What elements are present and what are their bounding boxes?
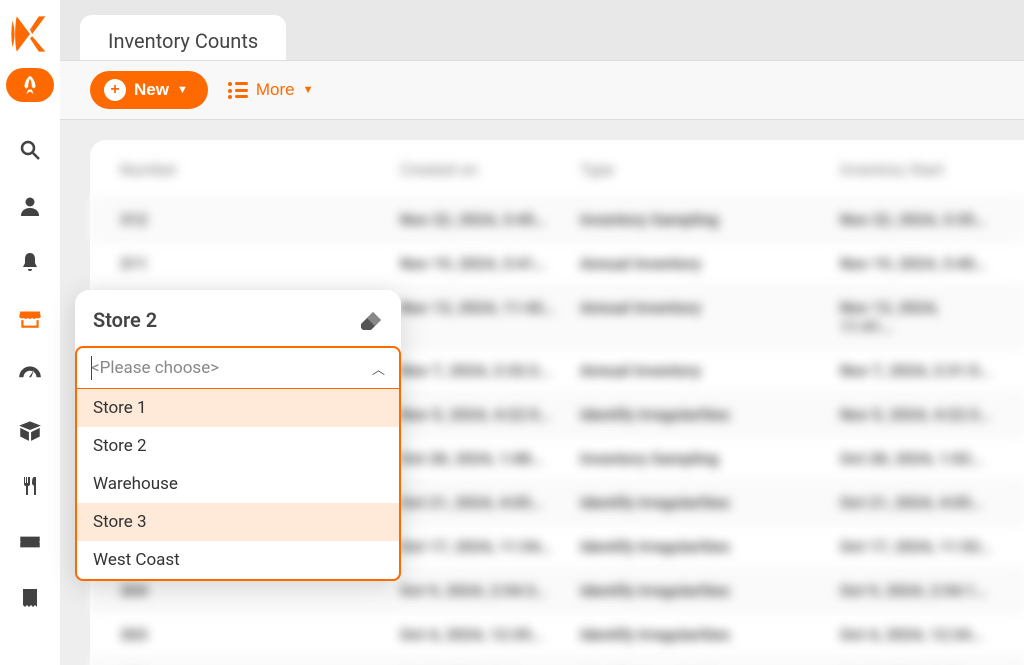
cutlery-icon[interactable]: [14, 470, 46, 502]
dropdown-option[interactable]: Warehouse: [77, 465, 399, 503]
table-cell: Nov 13, 2024, 11:41…: [840, 298, 994, 336]
table-cell: Nov 19, 2024, 3:40…: [840, 254, 994, 273]
table-cell: Nov 22, 2024, 3:35…: [840, 210, 994, 229]
chevron-down-icon: ▼: [303, 84, 314, 96]
table-cell: Identify Irregularities: [580, 537, 840, 556]
table-cell: Identify Irregularities: [580, 493, 840, 512]
table-cell: Oct 21, 2024, 4:05…: [400, 493, 580, 512]
plus-icon: +: [104, 79, 126, 101]
table-cell: Nov 22, 2024, 3:45…: [400, 210, 580, 229]
table-cell: Oct 17, 2024, 11:54…: [400, 537, 580, 556]
table-cell: Identify Irregularities: [580, 625, 840, 644]
store-icon[interactable]: [14, 302, 46, 334]
more-button-label: More: [256, 80, 295, 100]
store-select[interactable]: <Please choose> ︿: [75, 346, 401, 389]
select-container: <Please choose> ︿ Store 1Store 2Warehous…: [75, 346, 401, 581]
table-cell: Annual Inventory: [580, 361, 840, 380]
table-row[interactable]: 303Oct 4, 2024, 12:35…Identify Irregular…: [90, 612, 1024, 656]
tab-label: Inventory Counts: [108, 29, 258, 53]
table-header: Number Created on Type Inventory Start: [90, 160, 1024, 197]
select-placeholder: <Please choose>: [91, 358, 219, 378]
table-cell: Identify Irregularities: [580, 405, 840, 424]
chevron-up-icon: ︿: [372, 359, 385, 378]
col-header: Created on: [400, 160, 580, 179]
receipt-icon[interactable]: [14, 582, 46, 614]
table-cell: Oct 9, 2024, 2:54:3…: [400, 581, 580, 600]
table-cell: 311: [120, 254, 400, 273]
new-button-label: New: [134, 80, 169, 100]
table-row[interactable]: 302Oct 2, 2024, 7:26…Identify Irregulari…: [90, 656, 1024, 665]
table-cell: Oct 28, 2024, 1:08…: [400, 449, 580, 468]
popup-title: Store 2: [93, 308, 157, 332]
table-cell: Nov 7, 2024, 2:32:2…: [400, 361, 580, 380]
table-cell: Nov 5, 2024, 4:22:5…: [400, 405, 580, 424]
table-cell: Identify Irregularities: [580, 581, 840, 600]
store-filter-popup: Store 2 <Please choose> ︿ Store 1Store 2…: [75, 290, 401, 581]
table-cell: Annual Inventory: [580, 298, 840, 336]
table-cell: Oct 28, 2024, 1:02…: [840, 449, 994, 468]
table-cell: 303: [120, 625, 400, 644]
rocket-button[interactable]: [6, 68, 54, 102]
table-cell: Oct 17, 2024, 11:52…: [840, 537, 994, 556]
eraser-icon[interactable]: [359, 308, 383, 332]
user-icon[interactable]: [14, 190, 46, 222]
col-header: Number: [120, 160, 400, 179]
table-cell: Inventory Sampling: [580, 449, 840, 468]
table-cell: 304: [120, 581, 400, 600]
sidebar: [0, 0, 60, 665]
table-cell: Annual Inventory: [580, 254, 840, 273]
app-logo[interactable]: [6, 10, 54, 58]
col-header: Type: [580, 160, 840, 179]
table-cell: Nov 13, 2024, 11:42…: [400, 298, 580, 336]
search-icon[interactable]: [14, 134, 46, 166]
dropdown-option[interactable]: Store 1: [77, 389, 399, 427]
table-cell: Oct 4, 2024, 12:34…: [840, 625, 994, 644]
new-button[interactable]: + New ▼: [90, 71, 208, 109]
dropdown-option[interactable]: Store 3: [77, 503, 399, 541]
list-icon: [228, 82, 248, 98]
dropdown-list: Store 1Store 2WarehouseStore 3West Coast: [75, 389, 401, 581]
col-header: Inventory Start: [840, 160, 994, 179]
toolbar: + New ▼ More ▼: [60, 60, 1024, 120]
table-cell: Oct 9, 2024, 2:54:1…: [840, 581, 994, 600]
table-cell: Oct 21, 2024, 4:05…: [840, 493, 994, 512]
chevron-down-icon: ▼: [177, 84, 188, 96]
table-cell: Inventory Sampling: [580, 210, 840, 229]
table-row[interactable]: 311Nov 19, 2024, 3:41…Annual InventoryNo…: [90, 241, 1024, 285]
table-cell: 312: [120, 210, 400, 229]
package-icon[interactable]: [14, 414, 46, 446]
dropdown-option[interactable]: West Coast: [77, 541, 399, 579]
table-cell: Nov 19, 2024, 3:41…: [400, 254, 580, 273]
ticket-icon[interactable]: [14, 526, 46, 558]
more-button[interactable]: More ▼: [228, 80, 314, 100]
dropdown-option[interactable]: Store 2: [77, 427, 399, 465]
table-cell: Nov 5, 2024, 4:22:3…: [840, 405, 994, 424]
table-cell: Nov 7, 2024, 2:31:5…: [840, 361, 994, 380]
table-cell: Oct 4, 2024, 12:35…: [400, 625, 580, 644]
topbar: Inventory Counts + New ▼ More ▼: [60, 0, 1024, 120]
gauge-icon[interactable]: [14, 358, 46, 390]
bell-icon[interactable]: [14, 246, 46, 278]
table-row[interactable]: 312Nov 22, 2024, 3:45…Inventory Sampling…: [90, 197, 1024, 241]
